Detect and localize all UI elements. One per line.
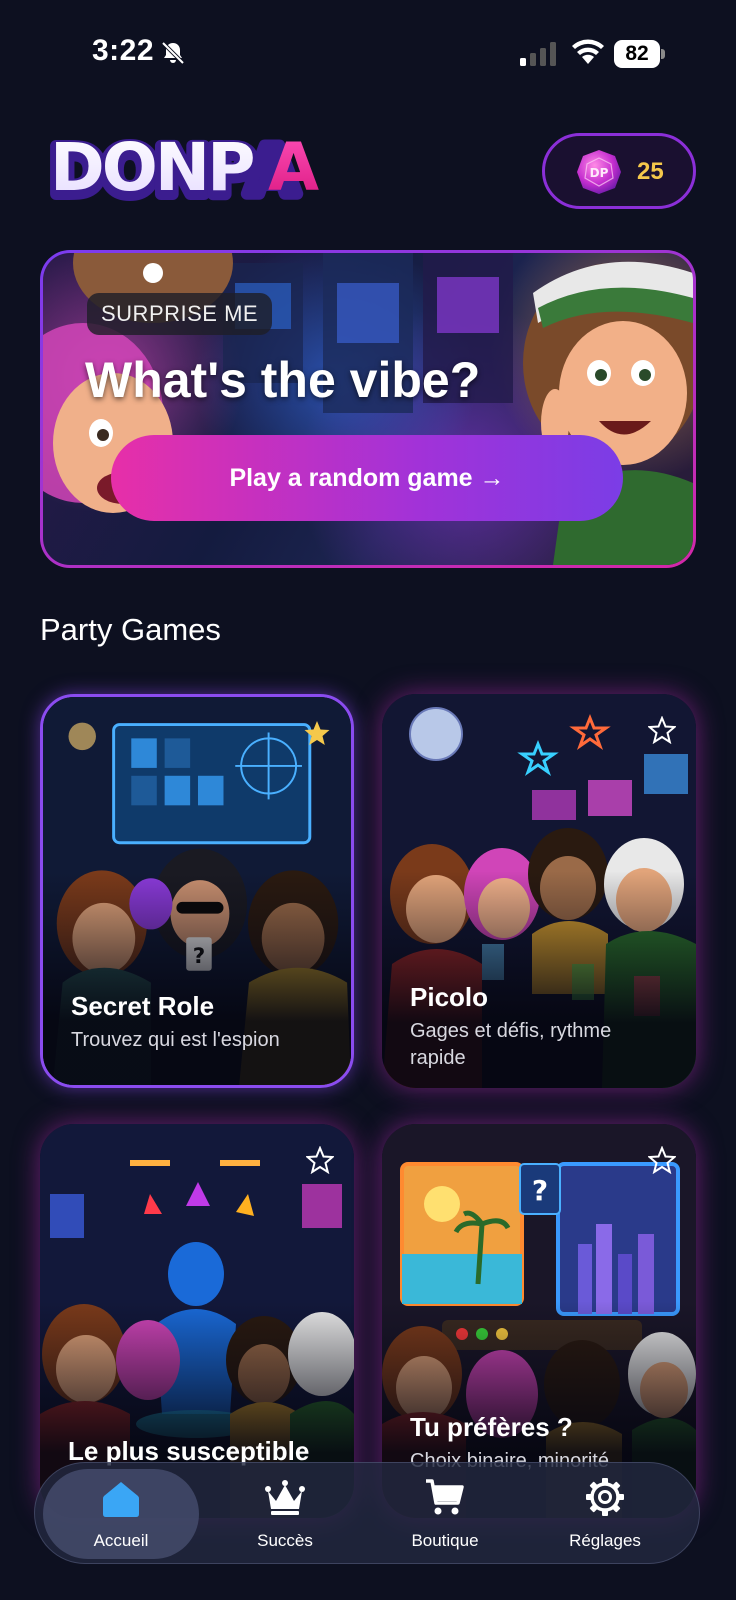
favorite-star-icon[interactable] [648, 716, 676, 744]
app-logo: DONPA DONP A [46, 130, 319, 210]
section-title: Party Games [40, 612, 221, 647]
surprise-banner[interactable]: SURPRISE ME What's the vibe? Play a rand… [40, 250, 696, 568]
game-title: Picolo [410, 982, 489, 1012]
nav-label: Succès [257, 1531, 313, 1550]
nav-item-reglages[interactable]: Réglages [527, 1463, 683, 1565]
nav-label: Accueil [93, 1531, 149, 1550]
nav-label: Boutique [411, 1531, 479, 1550]
bottom-navigation: Accueil Succès Boutique Réglages [34, 1462, 700, 1564]
status-bar: 3:22 82 [0, 0, 736, 100]
nav-item-accueil[interactable]: Accueil [43, 1469, 199, 1559]
hero-title: What's the vibe? [85, 352, 481, 408]
cart-icon [426, 1479, 464, 1515]
game-title: Secret Role [71, 991, 215, 1021]
nav-item-succes[interactable]: Succès [207, 1463, 363, 1565]
coin-balance[interactable]: DP 25 [542, 133, 696, 209]
favorite-star-icon[interactable] [648, 1146, 676, 1174]
nav-label: Réglages [569, 1531, 641, 1550]
gem-label: DP [590, 166, 609, 180]
bell-muted-icon [161, 41, 185, 65]
game-card-le-plus-susceptible[interactable]: Le plus susceptible [40, 1124, 354, 1518]
favorite-star-icon[interactable] [306, 1146, 334, 1174]
game-card-picolo[interactable]: Picolo Gages et défis, rythme rapide [382, 694, 696, 1088]
crown-icon [265, 1480, 305, 1515]
battery-level: 82 [625, 42, 649, 65]
gem-icon: DP [577, 150, 621, 194]
wifi-icon [572, 39, 604, 64]
game-card-secret-role[interactable]: ? Secret Role Trouvez qui est l'espion [40, 694, 354, 1088]
status-time: 3:22 [92, 34, 155, 67]
coin-count: 25 [637, 158, 664, 185]
play-random-game-button[interactable]: Play a random game → [111, 435, 623, 521]
signal-icon [520, 42, 556, 66]
game-title: Tu préfères ? [410, 1412, 573, 1442]
battery-indicator: 82 [614, 40, 666, 68]
game-subtitle: Gages et défis, rythme rapide [410, 1020, 612, 1069]
svg-text:DONP: DONP [50, 130, 253, 206]
game-subtitle: Trouvez qui est l'espion [71, 1029, 280, 1051]
home-icon [103, 1482, 139, 1517]
nav-item-boutique[interactable]: Boutique [367, 1463, 523, 1565]
svg-text:A: A [268, 130, 319, 206]
gear-icon [586, 1478, 624, 1516]
svg-text:?: ? [532, 1174, 548, 1207]
favorite-star-icon[interactable] [303, 719, 331, 747]
hero-tag: SURPRISE ME [87, 293, 273, 335]
game-card-tu-preferes[interactable]: ? Tu préfères ? Choix binaire, minorité [382, 1124, 696, 1518]
